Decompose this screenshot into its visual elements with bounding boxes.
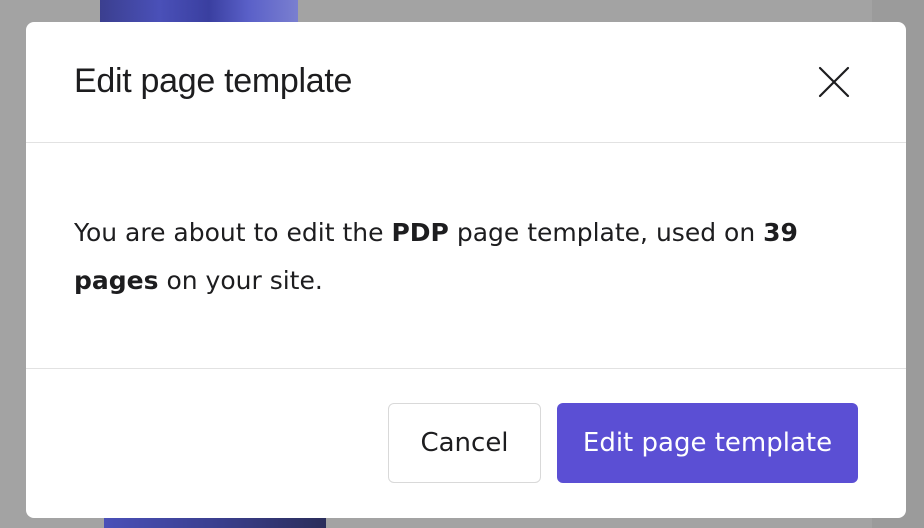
cancel-button[interactable]: Cancel [388, 403, 541, 483]
template-name: PDP [391, 218, 449, 247]
dialog-message: You are about to edit the PDP page templ… [74, 209, 814, 305]
message-prefix: You are about to edit the [74, 218, 392, 247]
dialog-title: Edit page template [74, 62, 353, 100]
dialog-footer: Cancel Edit page template [26, 369, 906, 518]
dialog-header: Edit page template [26, 22, 906, 143]
message-suffix: on your site. [158, 266, 323, 295]
close-button[interactable] [816, 64, 852, 100]
edit-template-dialog: Edit page template You are about to edit… [26, 22, 906, 518]
dialog-body: You are about to edit the PDP page templ… [26, 143, 906, 369]
message-middle: page template, used on [448, 218, 764, 247]
close-icon [818, 66, 850, 98]
edit-page-template-button[interactable]: Edit page template [557, 403, 858, 483]
